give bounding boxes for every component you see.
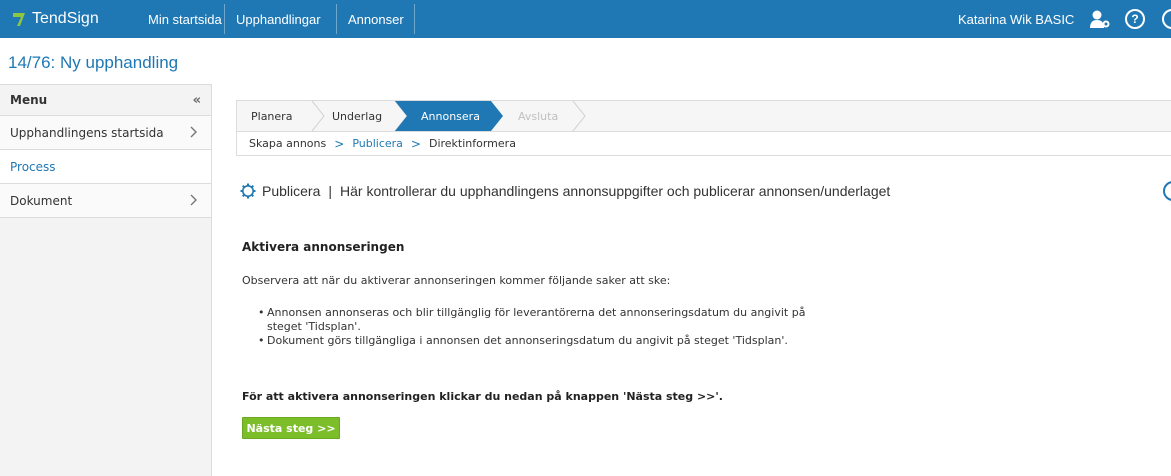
page-title: 14/76: Ny upphandling (8, 53, 179, 72)
tendsign-logo-icon (13, 13, 25, 26)
sidebar-header: Menu « (0, 84, 211, 116)
section-title: Publicera (262, 183, 321, 199)
sidebar-item-label: Process (10, 159, 56, 174)
tendsign-logo[interactable]: TendSign (12, 0, 99, 38)
process-wizard: Planera Underlag Annonsera Avsluta Skapa… (236, 100, 1171, 156)
help-icon[interactable]: ? (1125, 9, 1145, 29)
sidebar-item-dokument[interactable]: Dokument (0, 184, 211, 218)
wizard-substeps: Skapa annons > Publicera > Direktinforme… (237, 131, 1171, 155)
nav-divider (414, 4, 415, 34)
next-step-button[interactable]: Nästa steg >> (242, 417, 340, 439)
sidebar-item-label: Dokument (10, 193, 73, 208)
collapse-sidebar-icon[interactable]: « (193, 93, 201, 108)
section-description: Här kontrollerar du upphandlingens annon… (340, 183, 891, 199)
sidebar-item-upphandlingens-startsida[interactable]: Upphandlingens startsida (0, 116, 211, 150)
gear-icon (240, 183, 256, 199)
chevron-right-icon (190, 194, 197, 206)
top-navigation-bar: TendSign Min startsida Upphandlingar Ann… (0, 0, 1171, 38)
info-circle-icon[interactable] (1163, 181, 1171, 201)
nav-min-startsida[interactable]: Min startsida (148, 0, 222, 38)
wizard-step-underlag[interactable]: Underlag (332, 101, 382, 131)
section-divider: | (328, 183, 333, 199)
sidebar-item-label: Upphandlingens startsida (10, 125, 164, 140)
user-settings-icon[interactable] (1089, 9, 1111, 29)
header-extra-icon[interactable] (1162, 9, 1171, 29)
chevron-right-icon (190, 126, 197, 138)
activation-bullet-list: Annonsen annonseras och blir tillgänglig… (258, 306, 818, 348)
list-item: Dokument görs tillgängliga i annonsen de… (258, 334, 818, 348)
substep-separator: > (334, 136, 345, 151)
activation-heading: Aktivera annonseringen (242, 240, 405, 254)
nav-annonser[interactable]: Annonser (348, 0, 404, 38)
list-item: Annonsen annonseras och blir tillgänglig… (258, 306, 806, 334)
sidebar-header-label: Menu (10, 93, 48, 107)
nav-divider (224, 4, 225, 34)
wizard-step-avsluta: Avsluta (518, 109, 559, 123)
substep-direktinformera[interactable]: Direktinformera (429, 137, 516, 150)
wizard-step-annonsera[interactable]: Annonsera (421, 101, 480, 131)
sidebar: Menu « Upphandlingens startsida Process … (0, 84, 212, 476)
substep-publicera[interactable]: Publicera (352, 137, 403, 150)
user-name[interactable]: Katarina Wik BASIC (958, 0, 1074, 38)
nav-divider (336, 4, 337, 34)
activation-intro: Observera att när du aktiverar annonseri… (242, 274, 671, 287)
section-heading: Publicera | Här kontrollerar du upphandl… (240, 181, 890, 201)
nav-upphandlingar[interactable]: Upphandlingar (236, 0, 321, 38)
logo-text: TendSign (32, 10, 99, 27)
wizard-step-planera[interactable]: Planera (251, 101, 292, 131)
sidebar-item-process[interactable]: Process (0, 150, 211, 184)
wizard-steps: Planera Underlag Annonsera Avsluta (237, 101, 1171, 131)
substep-skapa-annons[interactable]: Skapa annons (249, 137, 326, 150)
cta-instruction: För att aktivera annonseringen klickar d… (242, 390, 723, 403)
substep-separator: > (410, 136, 421, 151)
